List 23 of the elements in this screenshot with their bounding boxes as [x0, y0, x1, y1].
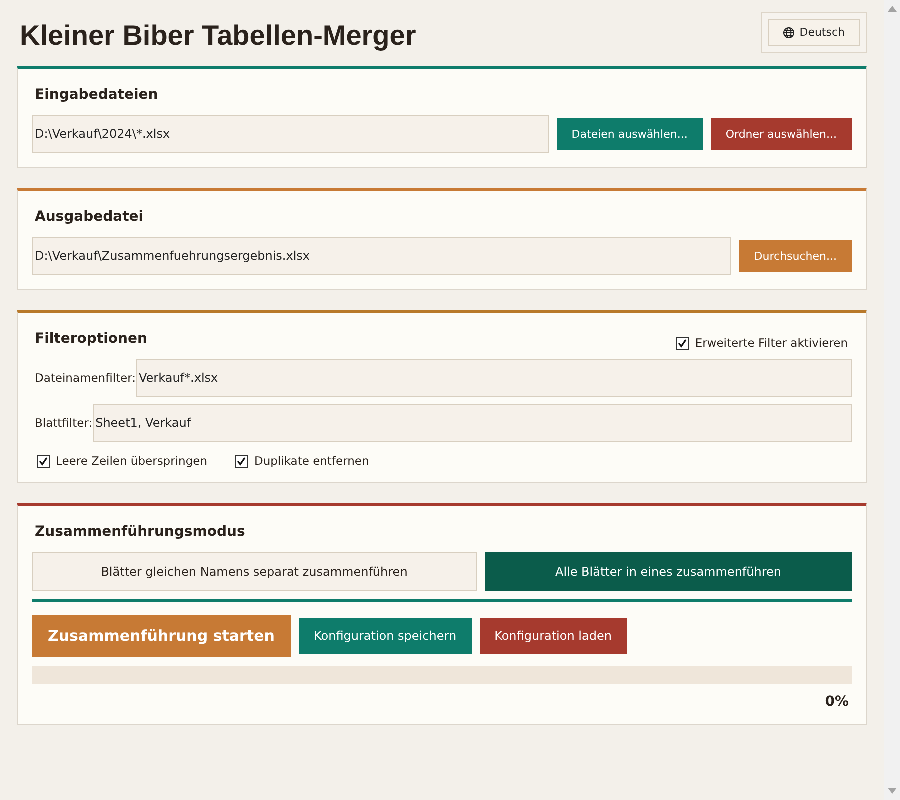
filter-field[interactable]: Verkauf*.xlsx [136, 359, 852, 397]
filter-field[interactable]: Sheet1, Verkauf [92, 404, 852, 442]
globe-icon [782, 26, 795, 38]
mode-option-button[interactable]: Alle Blätter in eines zusammenführen [485, 552, 852, 591]
app-title: Kleiner Biber Tabellen-Merger [20, 20, 416, 52]
input-path-field[interactable]: D:\Verkauf\2024\*.xlsx [32, 115, 549, 153]
section-heading: Ausgabedatei [35, 209, 145, 225]
mode-option-button[interactable]: Blätter gleichen Namens separat zusammenführen [32, 552, 477, 591]
section-heading: Eingabedateien [35, 87, 160, 103]
select-folder-button[interactable]: Ordner auswählen... [710, 118, 852, 150]
checkbox[interactable] [676, 336, 690, 350]
field-label: Blattfilter: [35, 416, 93, 430]
load-config-button[interactable]: Konfiguration laden [480, 618, 627, 654]
save-config-button[interactable]: Konfiguration speichern [298, 618, 472, 654]
section-heading: Filteroptionen [35, 331, 148, 347]
language-button[interactable]: Deutsch [768, 19, 860, 46]
checkbox[interactable] [37, 454, 50, 468]
field-label: Dateinamenfilter: [35, 371, 136, 385]
section-heading: Zusammenführungsmodus [35, 524, 246, 540]
output-path-field[interactable]: D:\Verkauf\Zusammenfuehrungsergebnis.xlsx [32, 237, 732, 275]
checkbox[interactable] [235, 454, 248, 468]
select-files-button[interactable]: Dateien auswählen... [556, 118, 703, 150]
progress-percent: 0% [824, 694, 849, 710]
